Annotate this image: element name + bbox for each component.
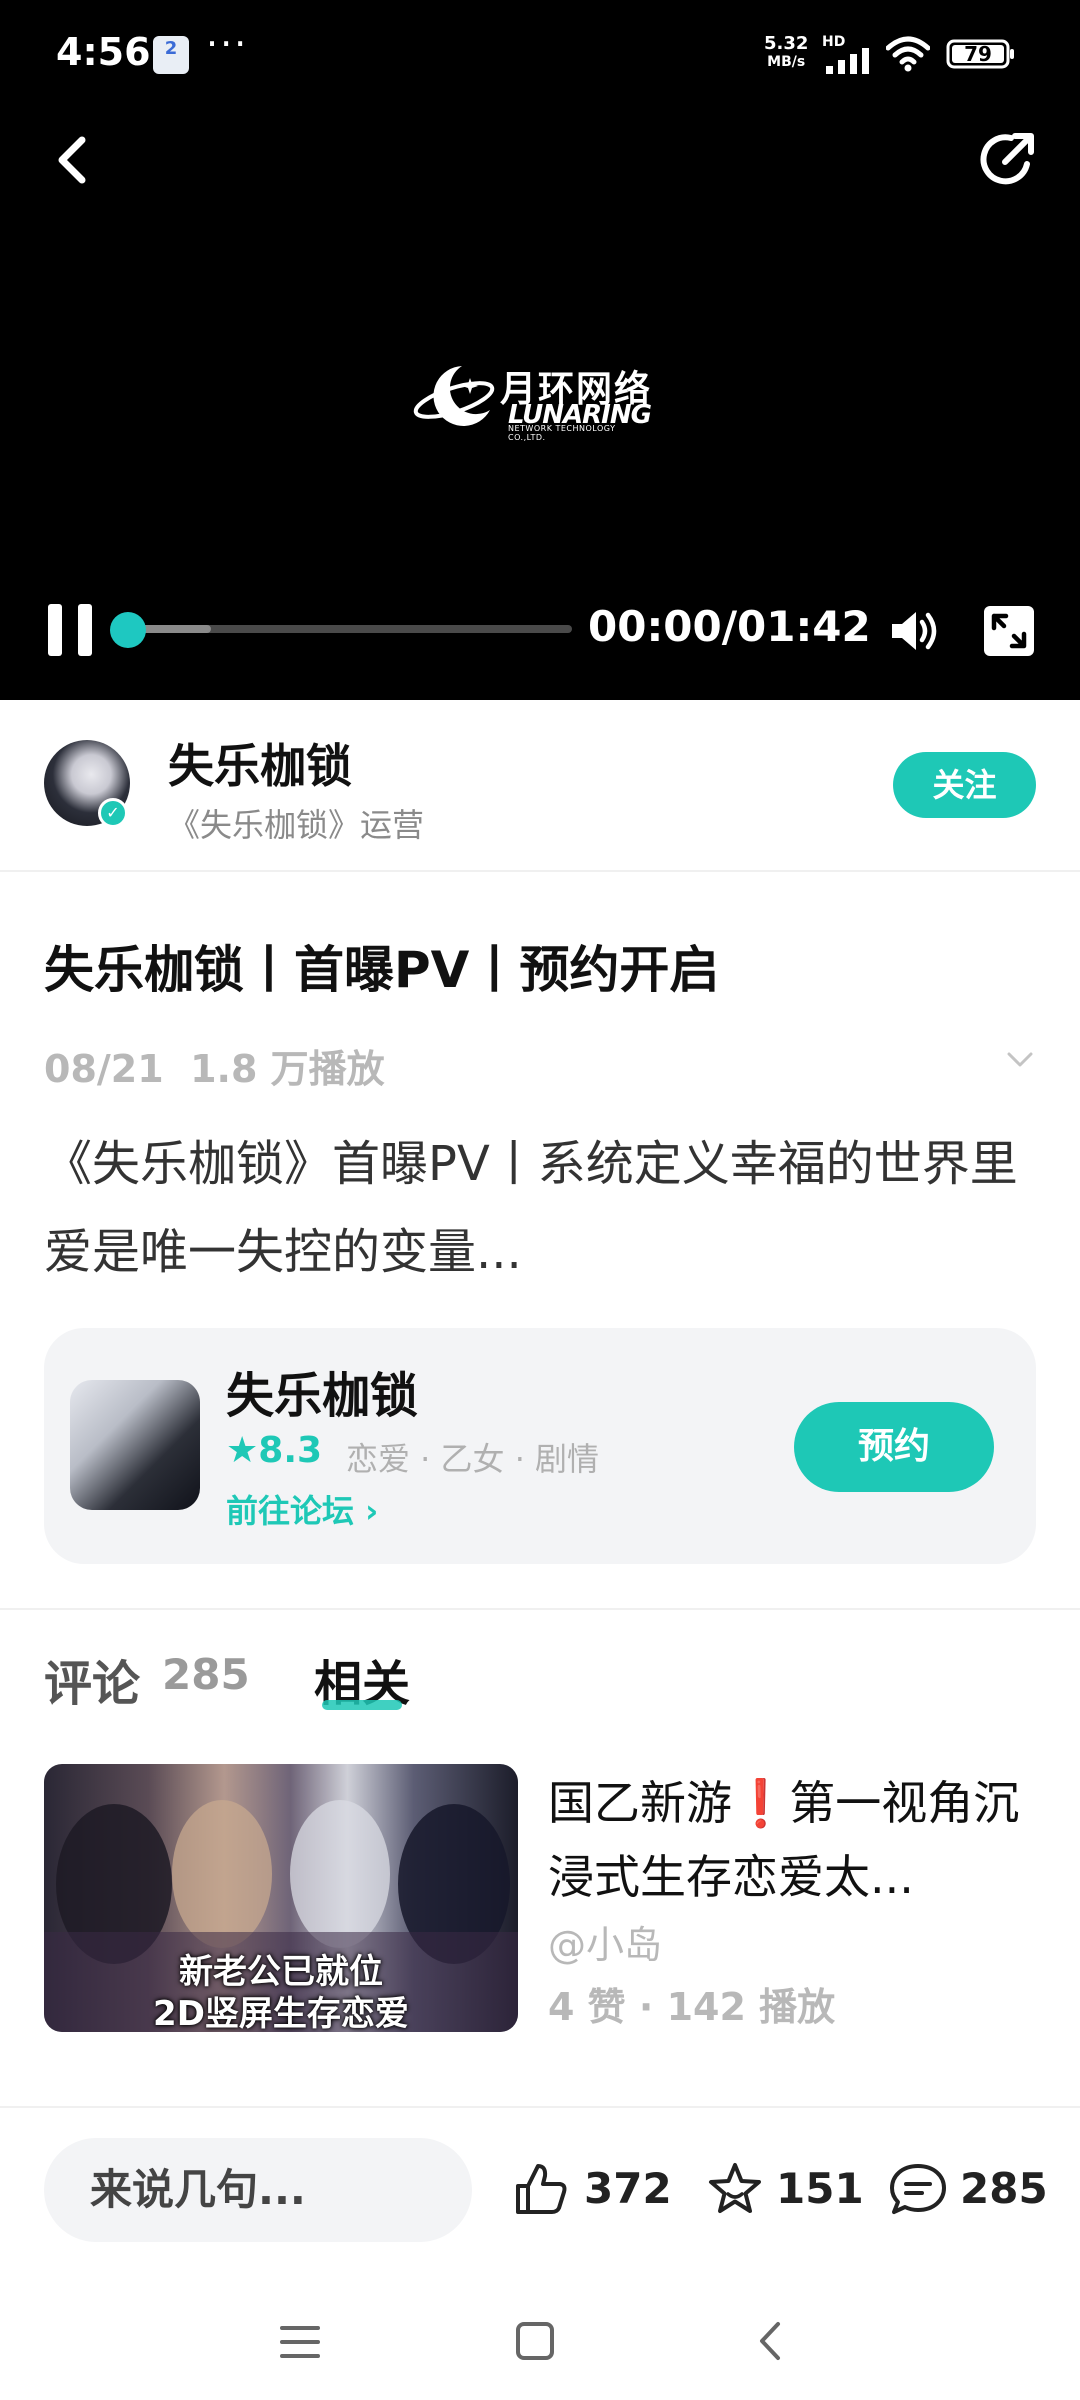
home-icon[interactable] (514, 2320, 556, 2362)
notification-app-icon: 2 (153, 36, 189, 74)
comment-count: 285 (960, 2164, 1048, 2213)
comment-input[interactable]: 来说几句... (44, 2138, 472, 2242)
video-player[interactable]: 4:56 2 ··· 5.32 MB/s HD 79 月环网络 LUNARING… (0, 0, 1080, 700)
related-thumbnail[interactable]: 新老公已就位 2D竖屏生存恋爱 (44, 1764, 518, 2032)
video-date: 08/21 (44, 1047, 164, 1091)
publisher-logo: 月环网络 LUNARING NETWORK TECHNOLOGY CO.,LTD… (412, 360, 652, 442)
more-notifications-icon: ··· (206, 22, 249, 66)
video-plays: 1.8 万播放 (190, 1047, 385, 1091)
video-description: 《失乐枷锁》首曝PV丨系统定义幸福的世界里 爱是唯一失控的变量... (44, 1136, 1018, 1280)
related-title[interactable]: 国乙新游❗第一视角沉浸式生存恋爱太... (548, 1766, 1048, 1914)
video-time: 00:00/01:42 (588, 602, 871, 651)
game-icon[interactable] (70, 1380, 200, 1510)
favorite-count: 151 (776, 2164, 864, 2213)
pause-icon[interactable] (46, 604, 98, 656)
tab-comments-count[interactable]: 285 (162, 1650, 250, 1699)
like-button[interactable]: 372 (512, 2150, 672, 2230)
favorite-button[interactable]: 151 (706, 2150, 864, 2230)
verified-icon: ✓ (98, 798, 128, 828)
volume-icon[interactable] (888, 608, 940, 654)
comment-button[interactable]: 285 (888, 2150, 1058, 2230)
nav-back-icon[interactable] (752, 2318, 788, 2364)
video-meta: 08/21 1.8 万播放 (44, 1038, 385, 1093)
follow-button[interactable]: 关注 (893, 752, 1036, 818)
status-time: 4:56 (56, 30, 151, 74)
author-name[interactable]: 失乐枷锁 (168, 730, 352, 796)
system-nav-bar (0, 2300, 1080, 2400)
forum-link[interactable]: 前往论坛 › (226, 1486, 378, 1532)
player-controls: 00:00/01:42 (0, 590, 1080, 670)
game-tags: 恋爱 · 乙女 · 剧情 (346, 1440, 600, 1478)
thumbnail-caption-2: 2D竖屏生存恋爱 (153, 1994, 409, 2032)
tab-comments[interactable]: 评论 (44, 1644, 140, 1714)
battery-icon: 79 (946, 38, 1016, 70)
action-bar-divider (0, 2106, 1080, 2108)
game-card[interactable]: 失乐枷锁 ★8.3 恋爱 · 乙女 · 剧情 前往论坛 › 预约 (44, 1328, 1036, 1564)
menu-icon[interactable] (278, 2322, 322, 2362)
moon-logo-icon (413, 366, 495, 426)
reserve-button[interactable]: 预约 (794, 1402, 994, 1492)
wifi-icon (886, 36, 930, 72)
thumbs-up-icon (516, 2164, 567, 2214)
game-score: ★8.3 (226, 1430, 323, 1471)
like-count: 372 (584, 2164, 672, 2213)
back-icon[interactable] (48, 130, 98, 190)
share-icon[interactable] (975, 128, 1039, 192)
progress-handle[interactable] (110, 612, 146, 648)
logo-company-text: NETWORK TECHNOLOGY CO.,LTD. (508, 424, 616, 442)
fullscreen-icon[interactable] (984, 606, 1034, 656)
related-author[interactable]: @小岛 (548, 1914, 662, 1969)
section-divider (0, 1608, 1080, 1610)
related-stats: 4 赞 · 142 播放 (548, 1985, 836, 2029)
author-subtitle: 《失乐枷锁》运营 (168, 806, 425, 844)
status-bar: 4:56 2 ··· 5.32 MB/s HD 79 (0, 0, 1080, 110)
chevron-down-icon[interactable] (1005, 1048, 1035, 1072)
comment-bubble-icon (890, 2164, 946, 2214)
game-name: 失乐枷锁 (226, 1368, 419, 1424)
star-icon (709, 2163, 761, 2213)
network-speed: 5.32 MB/s (764, 33, 809, 70)
author-bar: ✓ 失乐枷锁 《失乐枷锁》运营 关注 (0, 700, 1080, 872)
signal-icon (826, 48, 869, 74)
progress-bar[interactable] (126, 625, 572, 633)
tab-active-indicator (322, 1700, 402, 1710)
battery-level: 79 (964, 42, 992, 66)
video-title: 失乐枷锁丨首曝PV丨预约开启 (44, 941, 720, 999)
